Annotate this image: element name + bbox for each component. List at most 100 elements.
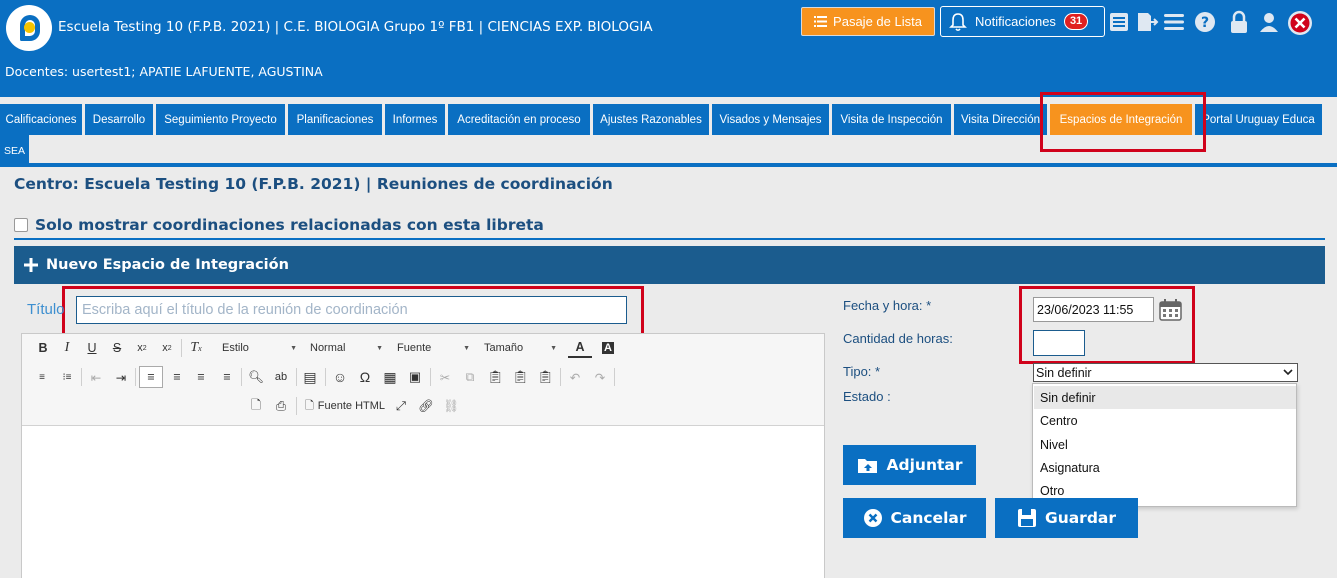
toolbar-separator	[560, 368, 561, 386]
fuente-html-button[interactable]: 🗋︎ Fuente HTML	[302, 396, 388, 416]
tipo-option-nivel[interactable]: Nivel	[1034, 433, 1296, 456]
indent-icon[interactable]: ⇥	[112, 367, 130, 387]
bold-icon[interactable]: B	[35, 338, 51, 358]
align-right-icon[interactable]: ≡	[192, 367, 210, 387]
paste-word-icon[interactable]: 📋︎	[536, 367, 554, 387]
tab-visita-direccion[interactable]: Visita Dirección	[954, 104, 1047, 135]
adjuntar-button[interactable]: Adjuntar	[843, 445, 976, 485]
tab-desarrollo[interactable]: Desarrollo	[85, 104, 153, 135]
tamano-label: Tamaño	[484, 342, 524, 354]
table-icon[interactable]: ▦	[381, 367, 399, 387]
bullet-list-icon[interactable]: ⁝≡	[59, 367, 75, 387]
estilo-label: Estilo	[222, 342, 249, 354]
remove-format-icon[interactable]: Tx	[187, 338, 205, 358]
italic-icon[interactable]: I	[59, 338, 75, 358]
export-icon[interactable]	[1135, 10, 1159, 34]
tab-espacios-de-integracion[interactable]: Espacios de Integración	[1050, 104, 1192, 135]
replace-icon[interactable]: ab	[272, 367, 290, 387]
notificaciones-button[interactable]: Notificaciones 31	[940, 6, 1105, 37]
tipo-select[interactable]: Sin definir	[1033, 363, 1298, 382]
tab-acreditacion-en-proceso[interactable]: Acreditación en proceso	[448, 104, 590, 135]
filter-checkbox[interactable]	[14, 218, 28, 232]
estado-label: Estado :	[843, 389, 891, 404]
toolbar-separator	[296, 397, 297, 415]
notificaciones-label: Notificaciones	[975, 14, 1056, 29]
unlink-icon[interactable]: ⛓	[442, 396, 460, 416]
redo-icon[interactable]: ↷	[591, 367, 609, 387]
tab-informes[interactable]: Informes	[385, 104, 445, 135]
user-icon[interactable]	[1257, 10, 1281, 34]
smiley-icon[interactable]: ☺	[331, 367, 349, 387]
link-icon[interactable]: 🔗︎	[417, 396, 435, 416]
toolbar-separator	[325, 368, 326, 386]
fecha-input[interactable]: 23/06/2023 11:55	[1033, 297, 1154, 322]
cancelar-label: Cancelar	[890, 509, 967, 527]
tab-seguimiento-proyecto[interactable]: Seguimiento Proyecto	[156, 104, 285, 135]
strikethrough-icon[interactable]: S	[109, 338, 125, 358]
tab-ajustes-razonables[interactable]: Ajustes Razonables	[593, 104, 709, 135]
section-title: Nuevo Espacio de Integración	[46, 257, 289, 273]
source-icon: 🗋︎	[304, 399, 314, 412]
lock-icon[interactable]	[1227, 10, 1251, 34]
fuente-dropdown[interactable]: Fuente ▼	[392, 338, 472, 358]
filter-label: Solo mostrar coordinaciones relacionadas…	[35, 216, 544, 234]
chevron-down-icon	[1283, 369, 1293, 376]
special-char-icon[interactable]: Ω	[356, 367, 374, 387]
copy-icon[interactable]: ⧉	[461, 367, 479, 387]
estilo-dropdown[interactable]: Estilo ▼	[217, 338, 299, 358]
toolbar-separator	[614, 368, 615, 386]
tab-visados-y-mensajes[interactable]: Visados y Mensajes	[712, 104, 829, 135]
editor-content-area[interactable]	[22, 425, 824, 578]
find-icon[interactable]: 🔍︎	[247, 367, 265, 387]
tab-sea[interactable]: SEA	[0, 135, 29, 166]
cancelar-button[interactable]: Cancelar	[843, 498, 986, 538]
guardar-button[interactable]: Guardar	[995, 498, 1138, 538]
maximize-icon[interactable]: ⤢	[392, 396, 410, 416]
horas-input[interactable]	[1033, 330, 1085, 356]
superscript-icon[interactable]: x2	[158, 338, 176, 358]
calendar-icon[interactable]	[1159, 299, 1182, 321]
background-color-icon[interactable]: A	[597, 338, 619, 358]
page-break-icon[interactable]: ▤	[301, 367, 319, 387]
text-color-icon[interactable]: A	[568, 338, 592, 358]
menu-icon[interactable]	[1162, 10, 1186, 34]
attach-folder-icon	[857, 459, 877, 473]
nuevo-espacio-header[interactable]: Nuevo Espacio de Integración	[14, 246, 1325, 284]
preview-icon[interactable]: 🗋︎	[247, 396, 265, 416]
format-dropdown[interactable]: Normal ▼	[305, 338, 385, 358]
list-icon	[814, 16, 828, 27]
top-header: Escuela Testing 10 (F.P.B. 2021) | C.E. …	[0, 0, 1337, 97]
tab-portal-uruguay-educa[interactable]: Portal Uruguay Educa	[1195, 104, 1322, 135]
tab-visita-de-inspeccion[interactable]: Visita de Inspección	[832, 104, 951, 135]
help-icon[interactable]: ?	[1193, 10, 1217, 34]
pasaje-de-lista-button[interactable]: Pasaje de Lista	[801, 7, 935, 36]
close-icon[interactable]	[1286, 9, 1313, 36]
underline-icon[interactable]: U	[84, 338, 100, 358]
toolbar-separator	[430, 368, 431, 386]
tipo-option-asignatura[interactable]: Asignatura	[1034, 456, 1296, 479]
tipo-option-sin-definir[interactable]: Sin definir	[1034, 386, 1296, 409]
section-divider	[14, 238, 1325, 240]
tamano-dropdown[interactable]: Tamaño ▼	[479, 338, 559, 358]
image-icon[interactable]: ▣	[406, 367, 424, 387]
align-center-icon[interactable]: ≡	[168, 367, 186, 387]
toolbar-separator	[135, 368, 136, 386]
tipo-option-centro[interactable]: Centro	[1034, 409, 1296, 432]
numbered-list-icon[interactable]: ≡	[34, 367, 50, 387]
outdent-icon[interactable]: ⇤	[87, 367, 105, 387]
titulo-input[interactable]	[76, 296, 627, 324]
cut-icon[interactable]: ✂	[436, 367, 454, 387]
filter-checkbox-row[interactable]: Solo mostrar coordinaciones relacionadas…	[14, 216, 544, 234]
tab-calificaciones[interactable]: Calificaciones	[0, 104, 82, 135]
list-book-icon[interactable]	[1107, 10, 1131, 34]
app-logo[interactable]	[6, 5, 52, 51]
justify-icon[interactable]: ≡	[218, 367, 236, 387]
tipo-label: Tipo: *	[843, 364, 881, 379]
subscript-icon[interactable]: x2	[133, 338, 151, 358]
paste-icon[interactable]: 📋︎	[486, 367, 504, 387]
tab-planificaciones[interactable]: Planificaciones	[288, 104, 382, 135]
print-icon[interactable]: ⎙	[272, 396, 290, 416]
align-left-icon[interactable]: ≡	[139, 366, 163, 388]
paste-text-icon[interactable]: 📋︎	[511, 367, 529, 387]
undo-icon[interactable]: ↶	[566, 367, 584, 387]
